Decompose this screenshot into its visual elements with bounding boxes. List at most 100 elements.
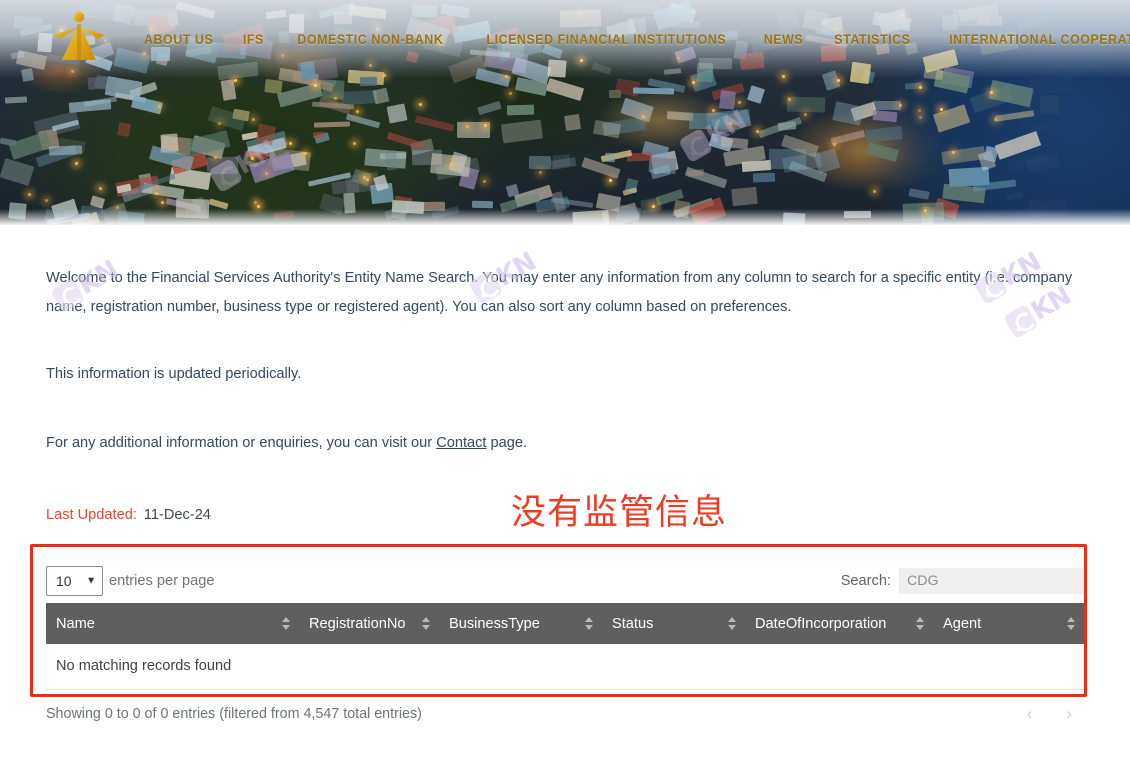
last-updated-row: Last Updated: 11-Dec-24 bbox=[46, 507, 211, 523]
hero-rooftop bbox=[872, 109, 898, 123]
hero-streetlight bbox=[919, 116, 923, 120]
fsa-logo-icon bbox=[53, 11, 105, 60]
hero-rooftop bbox=[346, 113, 381, 129]
nav-item-statistics[interactable]: STATISTICS bbox=[823, 26, 923, 53]
table-body: No matching records found bbox=[46, 644, 1084, 690]
hero-streetlight bbox=[253, 200, 257, 204]
site-logo[interactable] bbox=[48, 8, 110, 70]
hero-streetlight bbox=[951, 151, 955, 155]
hero-streetlight bbox=[641, 114, 645, 118]
hero-rooftop bbox=[220, 78, 236, 100]
sort-icon[interactable] bbox=[916, 615, 925, 633]
pagination-previous-button[interactable]: ‹ bbox=[1021, 703, 1039, 724]
hero-bottom-fade bbox=[0, 209, 1130, 225]
hero-rooftop bbox=[386, 103, 408, 124]
entries-per-page-label: entries per page bbox=[109, 573, 215, 589]
hero-rooftop bbox=[873, 100, 901, 110]
sort-icon[interactable] bbox=[422, 615, 431, 633]
hero-rooftop bbox=[1040, 94, 1060, 114]
contact-paragraph-prefix: For any additional information or enquir… bbox=[46, 435, 437, 451]
nav-item-news[interactable]: NEWS bbox=[752, 26, 815, 53]
hero-streetlight bbox=[755, 129, 759, 133]
hero-rooftop bbox=[116, 121, 131, 137]
hero-rooftop bbox=[983, 146, 999, 163]
hero-streetlight bbox=[803, 113, 807, 117]
hero-rooftop bbox=[0, 158, 35, 186]
hero-rooftop bbox=[832, 100, 864, 125]
hero-rooftop bbox=[5, 96, 28, 104]
last-updated-value: 11-Dec-24 bbox=[143, 507, 211, 523]
hero-rooftop bbox=[359, 76, 377, 87]
hero-streetlight bbox=[288, 141, 292, 145]
column-header-status[interactable]: Status bbox=[602, 603, 745, 644]
nav-item-domestic-non-bank[interactable]: DOMESTIC NON-BANK bbox=[286, 26, 456, 53]
table-footer: Showing 0 to 0 of 0 entries (filtered fr… bbox=[46, 690, 1084, 738]
nav-item-ifs[interactable]: IFS bbox=[231, 26, 276, 53]
hero-rooftop bbox=[414, 114, 454, 132]
hero-streetlight bbox=[728, 122, 732, 126]
hero-streetlight bbox=[75, 162, 79, 166]
hero-streetlight bbox=[989, 90, 993, 94]
contact-paragraph-suffix: page. bbox=[486, 435, 528, 451]
sort-icon[interactable] bbox=[728, 615, 737, 633]
column-header-agent[interactable]: Agent bbox=[933, 603, 1084, 644]
hero-rooftop bbox=[528, 156, 551, 170]
hero-rooftop bbox=[546, 77, 585, 101]
hero-rooftop bbox=[506, 104, 535, 116]
hero-streetlight bbox=[356, 110, 359, 114]
hero-rooftop bbox=[720, 136, 749, 149]
hero-streetlight bbox=[608, 178, 612, 182]
nav-list: ABOUT US IFS DOMESTIC NON-BANK LICENSED … bbox=[128, 26, 1130, 53]
hero-streetlight bbox=[365, 177, 369, 181]
hero-rooftop bbox=[372, 87, 390, 105]
hero-rooftop bbox=[908, 187, 930, 200]
contact-page-link[interactable]: Contact bbox=[436, 435, 486, 451]
nav-item-licensed-financial-institutions[interactable]: LICENSED FINANCIAL INSTITUTIONS bbox=[474, 26, 738, 53]
hero-rooftop bbox=[994, 109, 1035, 122]
hero-streetlight bbox=[161, 200, 165, 204]
pagination-next-button[interactable]: › bbox=[1060, 703, 1078, 724]
hero-rooftop bbox=[500, 119, 543, 144]
nav-item-about-us[interactable]: ABOUT US bbox=[132, 26, 225, 53]
hero-streetlight bbox=[993, 117, 997, 121]
hero-rooftop bbox=[787, 96, 826, 113]
column-header-registrationno[interactable]: RegistrationNo bbox=[299, 603, 439, 644]
hero-rooftop bbox=[718, 90, 736, 110]
hero-streetlight bbox=[45, 199, 49, 203]
hero-rooftop bbox=[477, 100, 502, 115]
main-navigation: ABOUT US IFS DOMESTIC NON-BANK LICENSED … bbox=[0, 0, 1130, 78]
column-label: Agent bbox=[943, 615, 982, 632]
hero-streetlight bbox=[217, 121, 221, 125]
column-header-name[interactable]: Name bbox=[46, 603, 299, 644]
hero-rooftop bbox=[264, 78, 283, 94]
table-head: Name RegistrationNo BusinessType Status bbox=[46, 603, 1084, 644]
nav-item-international-cooperation[interactable]: INTERNATIONAL COOPERATION bbox=[937, 26, 1130, 53]
sort-icon[interactable] bbox=[282, 615, 291, 633]
table-info-text: Showing 0 to 0 of 0 entries (filtered fr… bbox=[46, 705, 422, 722]
hero-streetlight bbox=[509, 91, 513, 95]
hero-streetlight bbox=[873, 190, 877, 193]
hero-streetlight bbox=[899, 103, 903, 107]
column-label: Status bbox=[612, 615, 654, 632]
column-header-dateofincorporation[interactable]: DateOfIncorporation bbox=[745, 603, 933, 644]
entries-per-page-select[interactable]: 102550100 bbox=[46, 566, 103, 596]
hero-streetlight bbox=[738, 100, 741, 104]
hero-rooftop bbox=[68, 99, 112, 113]
hero-streetlight bbox=[466, 124, 470, 128]
hero-streetlight bbox=[788, 97, 792, 101]
table-row-empty: No matching records found bbox=[46, 644, 1084, 690]
sort-icon[interactable] bbox=[585, 615, 594, 633]
sort-icon[interactable] bbox=[1067, 615, 1076, 633]
search-input[interactable] bbox=[899, 568, 1084, 594]
update-notice-paragraph: This information is updated periodically… bbox=[46, 366, 302, 382]
entries-per-page-control: 102550100 ▼ entries per page bbox=[46, 566, 214, 596]
hero-streetlight bbox=[313, 83, 317, 87]
column-label: Name bbox=[56, 615, 95, 632]
hero-rooftop bbox=[769, 148, 807, 170]
hero-streetlight bbox=[483, 179, 487, 183]
hero-rooftop bbox=[632, 87, 674, 94]
column-header-businesstype[interactable]: BusinessType bbox=[439, 603, 602, 644]
entity-results-table: Name RegistrationNo BusinessType Status bbox=[46, 603, 1084, 690]
hero-streetlight bbox=[233, 78, 237, 82]
hero-rooftop bbox=[746, 85, 765, 104]
